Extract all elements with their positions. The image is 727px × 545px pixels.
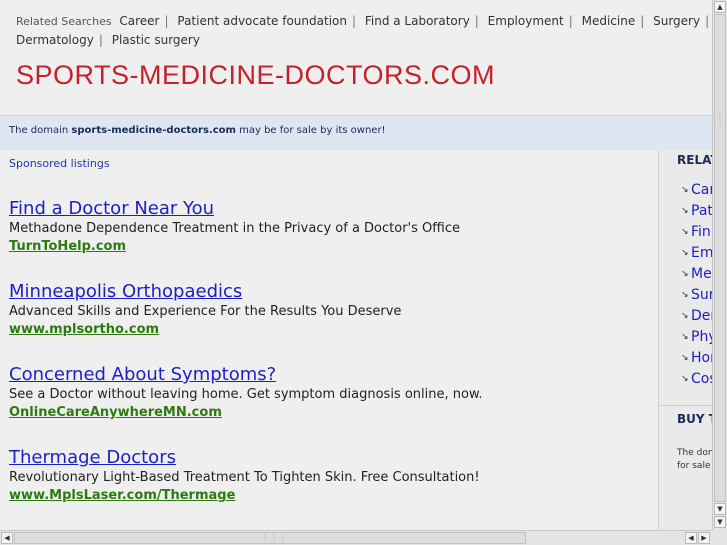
- page-viewport: Related Searches Career | Patient advocat…: [0, 0, 712, 530]
- sidebar-item[interactable]: ↘ Pat: [681, 201, 712, 222]
- scroll-down-arrow-icon[interactable]: ▼: [714, 503, 726, 515]
- arrow-icon: ↘: [681, 185, 689, 195]
- ad-title-link[interactable]: Thermage Doctors: [9, 447, 649, 469]
- arrow-icon: ↘: [681, 290, 689, 300]
- sidebar-item[interactable]: ↘Mec: [681, 264, 712, 285]
- buy-domain-heading: BUY T: [677, 412, 712, 426]
- arrow-icon: ↘: [681, 206, 689, 216]
- related-link-surgery[interactable]: Surgery: [653, 14, 700, 28]
- vertical-scroll-thumb[interactable]: ⋮⋮: [714, 14, 727, 502]
- related-searches-label: Related Searches: [16, 15, 112, 28]
- related-link-dermatology[interactable]: Dermatology: [16, 33, 94, 47]
- ad-url-link[interactable]: OnlineCareAnywhereMN.com: [9, 404, 649, 421]
- related-searches-bar: Related Searches Career | Patient advocat…: [16, 14, 710, 47]
- sidebar-item[interactable]: ↘Phy: [681, 327, 712, 348]
- sidebar-item[interactable]: ↘ Sur: [681, 285, 712, 306]
- related-link-career[interactable]: Career: [119, 14, 159, 28]
- ad-title-link[interactable]: Find a Doctor Near You: [9, 198, 649, 220]
- related-sidebar-list: ↘Car ↘Pat ↘Fin ↘Em ↘Mec ↘Sur ↘Der ↘Phy ↘…: [681, 180, 712, 390]
- site-title: SPORTS-MEDICINE-DOCTORS.COM: [16, 60, 496, 90]
- sale-notice-domain[interactable]: sports-medicine-doctors.com: [71, 125, 236, 136]
- sale-notice-prefix: The domain: [9, 125, 69, 136]
- domain-sale-notice: The domain sports-medicine-doctors.com m…: [0, 115, 712, 150]
- related-link-laboratory[interactable]: Find a Laboratory: [365, 14, 470, 28]
- related-link-employment[interactable]: Employment: [488, 14, 564, 28]
- arrow-icon: ↘: [681, 248, 689, 258]
- ad-description: Revolutionary Light-Based Treatment To T…: [9, 470, 480, 485]
- ad-url-link[interactable]: TurnToHelp.com: [9, 238, 649, 255]
- ad-listing: Minneapolis Orthopaedics Advanced Skills…: [9, 281, 649, 338]
- scroll-left-arrow-icon[interactable]: ◀: [685, 532, 697, 544]
- grip-icon: ⋮⋮: [716, 113, 727, 122]
- related-sidebar-heading: RELAT: [677, 153, 712, 167]
- sidebar-item[interactable]: ↘ Fin: [681, 222, 712, 243]
- scroll-down-arrow-icon[interactable]: ▼: [714, 516, 726, 528]
- ad-url-link[interactable]: www.MplsLaser.com/Thermage: [9, 487, 649, 504]
- arrow-icon: ↘: [681, 353, 689, 363]
- horizontal-scroll-thumb[interactable]: ⋮⋮⋮: [14, 532, 526, 544]
- related-link-medicine[interactable]: Medicine: [582, 14, 636, 28]
- sponsored-listings-label: Sponsored listings: [9, 157, 110, 170]
- buy-domain-text: The don for sale: [677, 448, 712, 471]
- arrow-icon: ↘: [681, 332, 689, 342]
- sidebar-item[interactable]: ↘Hor: [681, 348, 712, 369]
- scroll-up-arrow-icon[interactable]: ▲: [714, 1, 726, 13]
- sidebar-divider: [659, 405, 712, 406]
- ad-listing: Find a Doctor Near You Methadone Depende…: [9, 198, 649, 255]
- sidebar-item[interactable]: ↘Der: [681, 306, 712, 327]
- arrow-icon: ↘: [681, 227, 689, 237]
- horizontal-scrollbar[interactable]: ◀ ⋮⋮⋮ ◀ ▶: [0, 530, 712, 545]
- scrollbar-corner: [712, 530, 727, 545]
- ad-description: Advanced Skills and Experience For the R…: [9, 304, 402, 319]
- sidebar-item[interactable]: ↘ Em: [681, 243, 712, 264]
- grip-icon: ⋮⋮⋮: [261, 533, 288, 542]
- arrow-icon: ↘: [681, 374, 689, 384]
- sidebar-item[interactable]: ↘Cos: [681, 369, 712, 390]
- scroll-left-arrow-icon[interactable]: ◀: [1, 532, 13, 544]
- related-link-patient-advocate[interactable]: Patient advocate foundation: [177, 14, 347, 28]
- ad-listing: Concerned About Symptoms? See a Doctor w…: [9, 364, 649, 421]
- arrow-icon: ↘: [681, 269, 689, 279]
- ad-url-link[interactable]: www.mplsortho.com: [9, 321, 649, 338]
- sale-notice-suffix: may be for sale by its owner!: [239, 125, 386, 136]
- ad-description: Methadone Dependence Treatment in the Pr…: [9, 221, 460, 236]
- ad-title-link[interactable]: Minneapolis Orthopaedics: [9, 281, 649, 303]
- arrow-icon: ↘: [681, 311, 689, 321]
- ad-listing: Thermage Doctors Revolutionary Light-Bas…: [9, 447, 649, 504]
- ad-description: See a Doctor without leaving home. Get s…: [9, 387, 483, 402]
- related-link-plastic-surgery[interactable]: Plastic surgery: [112, 33, 200, 47]
- scroll-right-arrow-icon[interactable]: ▶: [698, 532, 710, 544]
- related-sidebar: RELAT ↘Car ↘Pat ↘Fin ↘Em ↘Mec ↘Sur ↘Der …: [658, 150, 712, 530]
- sidebar-item[interactable]: ↘Car: [681, 180, 712, 201]
- ad-title-link[interactable]: Concerned About Symptoms?: [9, 364, 649, 386]
- vertical-scrollbar[interactable]: ▲ ⋮⋮ ▼ ▼: [712, 0, 727, 530]
